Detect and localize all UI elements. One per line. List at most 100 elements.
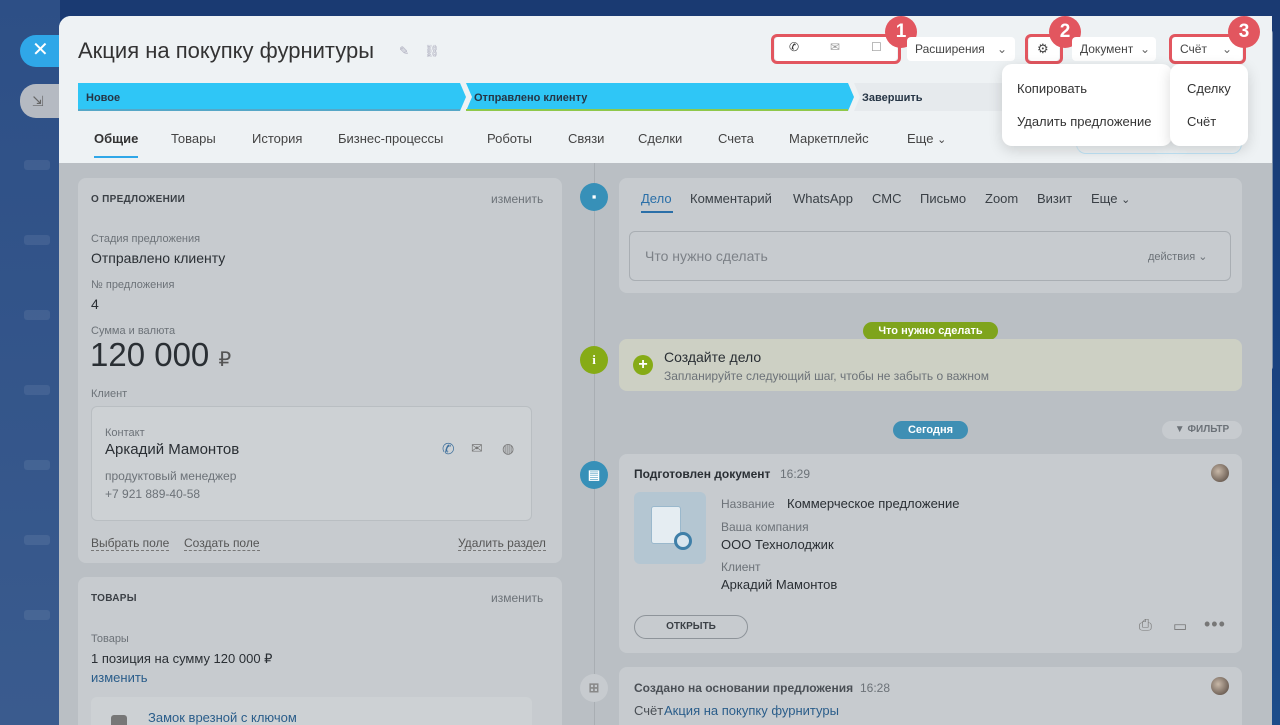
avatar [1211, 677, 1229, 695]
stage-new[interactable]: Новое [78, 83, 120, 111]
create-based-icon: ⊞ [580, 674, 608, 702]
contact-block: Контакт Аркадий Мамонтов продуктовый мен… [91, 406, 532, 521]
doc-name-label: Название [721, 497, 775, 511]
doc-card-time: 16:29 [780, 467, 811, 481]
tab-general[interactable]: Общие [94, 131, 138, 146]
create-task-title[interactable]: Создайте дело [664, 349, 761, 365]
product-icon [111, 715, 127, 725]
actions-dropdown[interactable]: действия ⌄ [1148, 250, 1207, 263]
todo-input[interactable]: Что нужно сделать действия ⌄ [629, 231, 1231, 281]
minimize-icon[interactable]: ⇲ [20, 84, 62, 118]
more-icon[interactable]: ••• [1204, 614, 1226, 635]
mail-icon[interactable]: ✉ [471, 440, 483, 457]
sidebar-stub [24, 385, 50, 395]
activity-tab-visit[interactable]: Визит [1037, 191, 1072, 206]
invoice-dropdown: Сделку Счёт [1170, 64, 1248, 146]
goods-item-row: Замок врезной с ключом [91, 697, 532, 725]
tab-more-label: Еще [907, 131, 934, 146]
highlight-1 [771, 34, 901, 64]
document-thumbnail[interactable] [634, 492, 706, 564]
document-card: Подготовлен документ 16:29 Название Комм… [619, 454, 1242, 653]
crm-slider: Акция на покупку фурнитуры ✎ ⛓ ✆ ✉ ☐ 1 Р… [59, 16, 1272, 725]
filter-button[interactable]: ▼ ФИЛЬТР [1162, 421, 1242, 439]
about-title: О ПРЕДЛОЖЕНИИ [91, 194, 186, 205]
tab-robots[interactable]: Роботы [487, 131, 532, 146]
contact-name[interactable]: Аркадий Мамонтов [105, 441, 239, 458]
goods-card: ТОВАРЫ изменить Товары 1 позиция на сумм… [78, 577, 562, 725]
tab-more[interactable]: Еще ⌄ [907, 131, 946, 146]
badge-3: 3 [1228, 16, 1260, 48]
contact-label: Контакт [105, 427, 145, 439]
stage-label: Стадия предложения [91, 233, 201, 245]
stage-underline-new [78, 109, 460, 111]
menu-copy[interactable]: Копировать [1017, 81, 1087, 96]
about-card: О ПРЕДЛОЖЕНИИ изменить Стадия предложени… [78, 178, 562, 563]
close-slider-button[interactable]: ✕ [20, 35, 62, 67]
sidebar-stub [24, 610, 50, 620]
about-edit-link[interactable]: изменить [491, 192, 543, 206]
note-icon[interactable]: ▭ [1173, 617, 1187, 635]
plus-icon[interactable]: + [633, 355, 653, 375]
actions-label: действия [1148, 251, 1196, 263]
settings-dropdown: Копировать Удалить предложение [1002, 64, 1172, 146]
activity-tab-email[interactable]: Письмо [920, 191, 966, 206]
extensions-label: Расширения [915, 42, 985, 56]
activity-tab-sms[interactable]: СМС [872, 191, 901, 206]
tab-history[interactable]: История [252, 131, 302, 146]
created-card-time: 16:28 [860, 681, 891, 695]
timeline-line [594, 163, 595, 725]
tab-business-processes[interactable]: Бизнес-процессы [338, 131, 443, 146]
filter-icon: ▼ [1174, 424, 1185, 435]
sidebar-stub [24, 460, 50, 470]
delete-section-link[interactable]: Удалить раздел [458, 536, 546, 551]
tab-marketplace[interactable]: Маркетплейс [789, 131, 869, 146]
sidebar-stub [24, 235, 50, 245]
activity-tab-whatsapp[interactable]: WhatsApp [793, 191, 853, 206]
activity-tab-comment[interactable]: Комментарий [690, 191, 772, 206]
sidebar-stub [24, 310, 50, 320]
create-field-link[interactable]: Создать поле [184, 536, 260, 551]
open-document-button[interactable]: ОТКРЫТЬ [634, 615, 748, 639]
edit-title-icon[interactable]: ✎ ⛓ [399, 44, 446, 58]
menu-delete-offer[interactable]: Удалить предложение [1017, 114, 1151, 129]
tab-links[interactable]: Связи [568, 131, 604, 146]
doc-company-label: Ваша компания [721, 520, 809, 534]
created-card: Создано на основании предложения 16:28 С… [619, 667, 1242, 725]
stage-shape-new [78, 83, 466, 111]
activity-editor: Дело Комментарий WhatsApp СМС Письмо Zoo… [619, 178, 1242, 293]
comment-bubble-icon: ▪ [580, 183, 608, 211]
active-tab-underline [94, 156, 138, 158]
created-card-link[interactable]: Акция на покупку фурнитуры [664, 703, 839, 718]
tab-goods[interactable]: Товары [171, 131, 216, 146]
chevron-down-icon: ⌄ [997, 42, 1008, 56]
activity-tab-task[interactable]: Дело [641, 191, 672, 206]
stage-finish[interactable]: Завершить [854, 83, 923, 111]
create-task-card: + Создайте дело Запланируйте следующий ш… [619, 339, 1242, 391]
tab-invoices[interactable]: Счета [718, 131, 754, 146]
create-task-subtitle: Запланируйте следующий шаг, чтобы не заб… [664, 369, 989, 383]
tab-deals[interactable]: Сделки [638, 131, 682, 146]
stage-sent[interactable]: Отправлено клиенту [466, 83, 587, 111]
chat-icon[interactable]: ◍ [502, 440, 514, 457]
document-label: Документ [1080, 42, 1134, 56]
menu-deal[interactable]: Сделку [1187, 81, 1231, 96]
document-button[interactable]: Документ ⌄ [1072, 37, 1156, 61]
extensions-button[interactable]: Расширения ⌄ [907, 37, 1015, 61]
menu-invoice[interactable]: Счёт [1187, 114, 1216, 129]
activity-tab-more[interactable]: Еще ⌄ [1091, 191, 1130, 206]
goods-item-name[interactable]: Замок врезной с ключом [148, 710, 297, 725]
goods-change-link[interactable]: изменить [91, 670, 148, 685]
doc-client-value: Аркадий Мамонтов [721, 577, 838, 592]
goods-title: ТОВАРЫ [91, 593, 137, 604]
page-title: Акция на покупку фурнитуры [78, 38, 375, 63]
phone-icon[interactable]: ✆ [442, 440, 455, 458]
activity-tab-zoom[interactable]: Zoom [985, 191, 1018, 206]
magnifier-icon [674, 532, 692, 550]
goods-edit-link[interactable]: изменить [491, 591, 543, 605]
todo-pill: Что нужно сделать [863, 322, 998, 340]
select-field-link[interactable]: Выбрать поле [91, 536, 170, 551]
doc-card-title: Подготовлен документ [634, 467, 771, 481]
contact-phone[interactable]: +7 921 889-40-58 [105, 487, 200, 501]
created-card-prefix: Счёт [634, 703, 664, 718]
print-icon[interactable]: ⎙ [1139, 617, 1152, 635]
